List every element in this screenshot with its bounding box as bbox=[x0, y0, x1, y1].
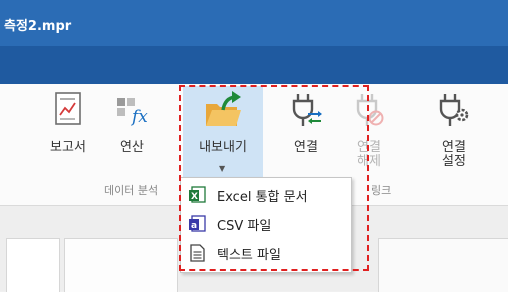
title-bar: 측정2.mpr bbox=[0, 0, 508, 46]
plug-settings-icon bbox=[437, 92, 471, 132]
connection-settings-label-line2: 설정 bbox=[442, 154, 466, 169]
function-icon: fx bbox=[114, 92, 150, 130]
calc-button[interactable]: fx 연산 bbox=[108, 92, 156, 162]
window-title: 측정2.mpr bbox=[4, 19, 72, 34]
workspace-panel-center bbox=[64, 238, 178, 292]
workspace-panel-right bbox=[378, 238, 508, 292]
connection-settings-label-line1: 연결 bbox=[442, 140, 466, 155]
report-button-label: 보고서 bbox=[50, 140, 86, 155]
report-icon bbox=[53, 92, 83, 130]
report-button[interactable]: 보고서 bbox=[44, 92, 92, 162]
ribbon-tab-strip bbox=[0, 46, 508, 84]
connection-settings-button[interactable]: 연결 설정 bbox=[428, 92, 480, 170]
calc-button-label: 연산 bbox=[120, 140, 144, 155]
annotation-highlight-box bbox=[179, 85, 369, 271]
workspace-panel-left bbox=[6, 238, 60, 292]
group-label-data-analysis: 데이터 분석 bbox=[104, 184, 159, 197]
svg-text:fx: fx bbox=[130, 107, 148, 126]
group-label-link: 링크 bbox=[371, 184, 392, 197]
